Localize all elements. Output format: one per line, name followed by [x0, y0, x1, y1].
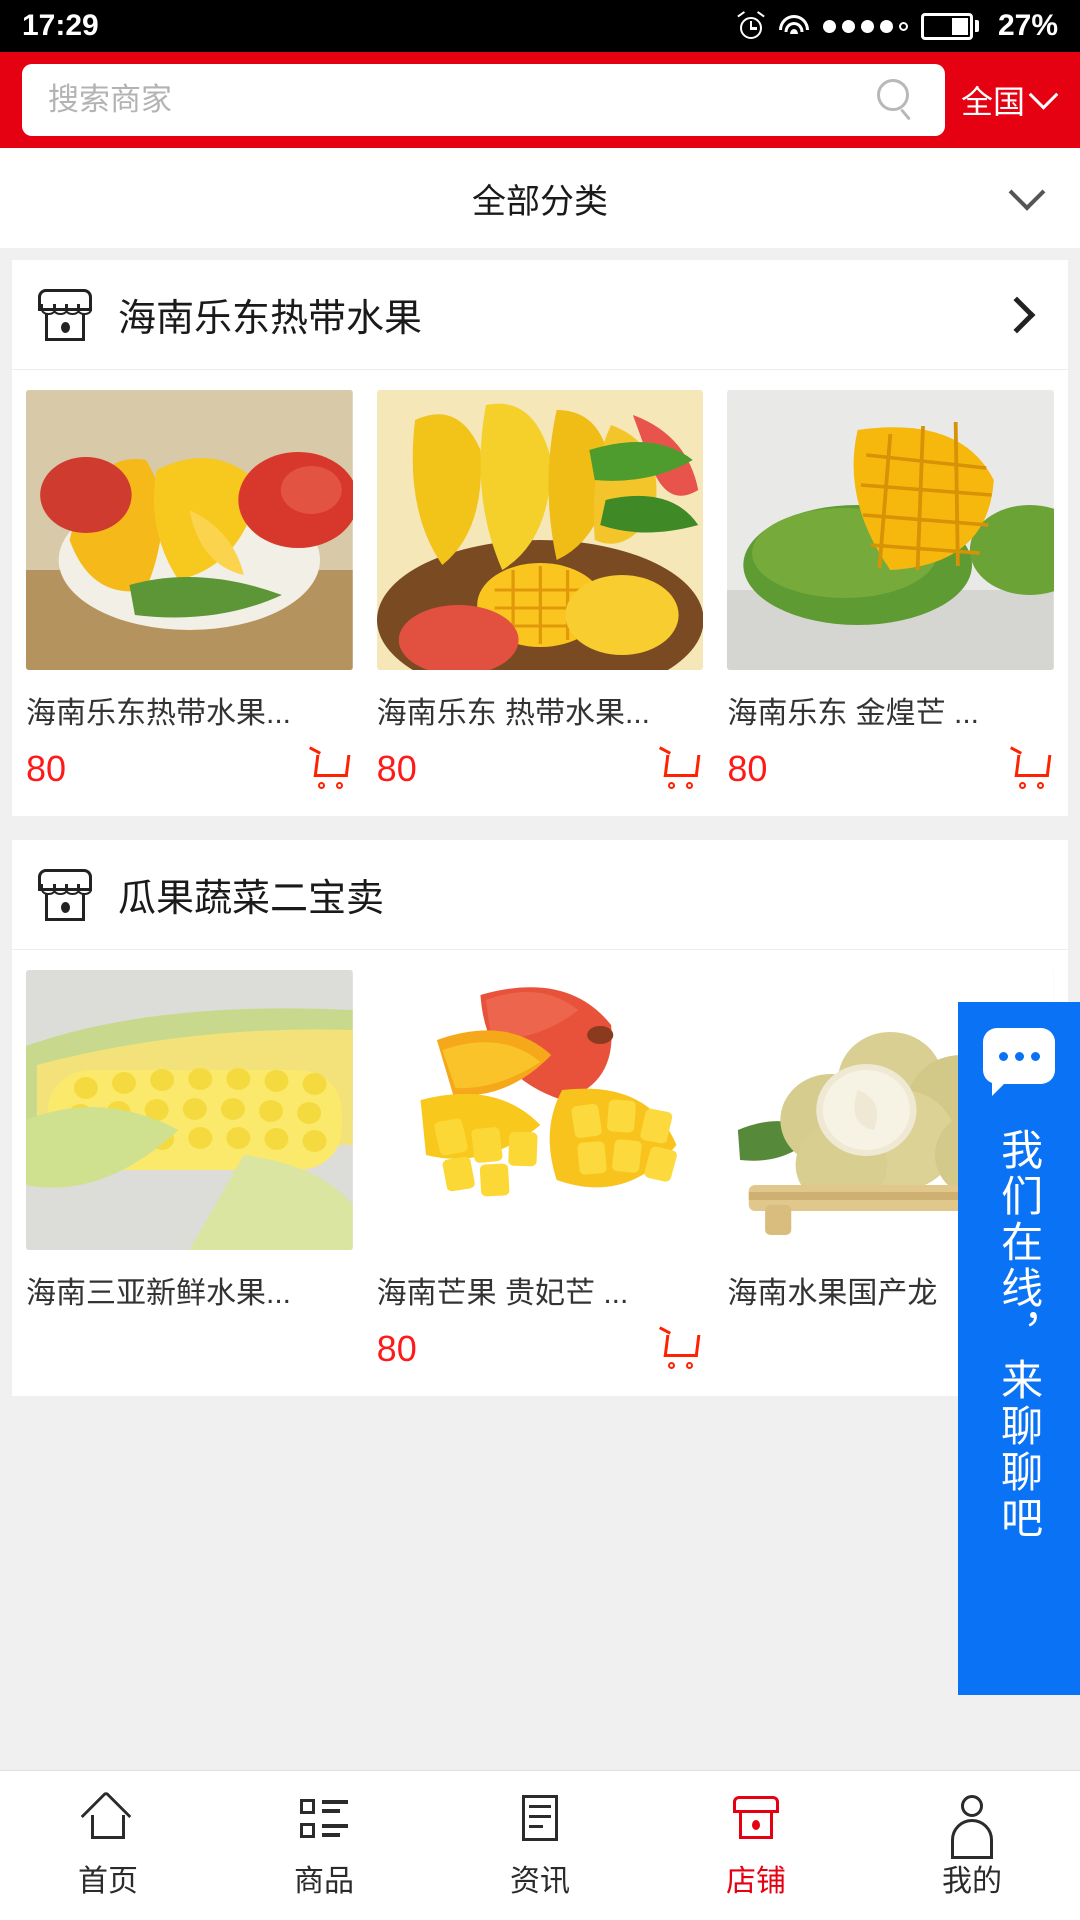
tab-news[interactable]: 资讯	[432, 1771, 648, 1920]
product-footer: 80	[26, 746, 353, 792]
user-profile-icon	[946, 1792, 998, 1859]
tab-home-label: 首页	[78, 1864, 138, 1898]
category-bar[interactable]: 全部分类	[0, 148, 1080, 248]
product-image[interactable]	[376, 970, 704, 1250]
product-grid: 海南三亚新鲜水果... 80	[12, 950, 1068, 1396]
battery-icon	[920, 12, 979, 40]
product-title: 海南芒果 贵妃芒 ...	[376, 1277, 629, 1310]
search-box[interactable]	[22, 64, 945, 136]
region-label: 全国	[960, 84, 1025, 120]
product-image[interactable]	[727, 390, 1055, 670]
cart-icon[interactable]	[657, 746, 703, 789]
chevron-down-icon	[1008, 173, 1046, 211]
product-title: 海南三亚新鲜水果...	[26, 1277, 292, 1310]
status-indicators: 27%	[737, 9, 1058, 43]
tab-profile[interactable]: 我的	[864, 1771, 1080, 1920]
search-input[interactable]	[48, 82, 875, 118]
product-card[interactable]: 海南乐东 金煌芒 ... 80	[727, 390, 1055, 792]
product-title: 海南乐东热带水果...	[26, 697, 292, 730]
chevron-down-icon	[1028, 79, 1059, 110]
online-chat-widget[interactable]: 我们在线，来聊聊吧	[958, 1002, 1080, 1695]
tab-home[interactable]: 首页	[0, 1771, 216, 1920]
news-document-icon	[514, 1792, 566, 1844]
product-image[interactable]	[376, 390, 704, 670]
product-price: 80	[727, 748, 768, 789]
chevron-right-icon[interactable]	[998, 296, 1036, 333]
region-selector[interactable]: 全国	[961, 77, 1064, 123]
product-title: 海南乐东 金煌芒 ...	[727, 697, 980, 730]
product-image[interactable]	[26, 390, 353, 670]
product-card[interactable]: 海南乐东热带水果... 80	[26, 390, 353, 792]
status-time: 17:29	[22, 9, 99, 42]
alarm-icon	[737, 11, 765, 40]
store-name: 海南乐东热带水果	[118, 298, 423, 340]
bottom-tab-bar: 首页 商品 资讯 店铺 我的	[0, 1770, 1080, 1920]
product-grid: 海南乐东热带水果... 80 海南乐东 热带水果... 80 海南乐东 金煌芒 …	[12, 370, 1068, 816]
product-footer: 80	[377, 1326, 704, 1372]
tab-goods[interactable]: 商品	[216, 1771, 432, 1920]
category-bar-label: 全部分类	[472, 182, 608, 221]
tab-profile-label: 我的	[942, 1864, 1002, 1898]
signal-dots-icon	[822, 19, 908, 33]
goods-list-icon	[298, 1792, 350, 1844]
category-expand-toggle[interactable]	[1008, 173, 1046, 211]
tab-store[interactable]: 店铺	[648, 1771, 864, 1920]
product-card[interactable]: 海南三亚新鲜水果... 80	[26, 970, 353, 1372]
battery-percent: 27%	[997, 9, 1058, 42]
product-footer: 80	[727, 746, 1054, 792]
product-footer: 80	[377, 746, 704, 792]
home-icon	[80, 1790, 134, 1844]
cart-icon[interactable]	[307, 746, 353, 789]
search-header: 全国	[0, 52, 1080, 148]
product-price: 80	[376, 1328, 417, 1369]
search-icon[interactable]	[875, 78, 919, 122]
tab-news-label: 资讯	[510, 1864, 570, 1898]
product-title: 海南乐东 热带水果...	[376, 697, 651, 730]
product-image[interactable]	[26, 970, 353, 1250]
shop-icon	[38, 868, 92, 921]
cart-icon[interactable]	[1008, 746, 1054, 789]
store-name: 瓜果蔬菜二宝卖	[118, 878, 385, 920]
app-screen: 17:29 27% 全国	[0, 0, 1080, 1920]
store-icon	[730, 1792, 782, 1844]
store-card: 瓜果蔬菜二宝卖 海南三亚新鲜水果... 海南芒果 贵妃芒 ... 80 海南水果…	[12, 840, 1068, 1396]
shop-icon	[38, 288, 92, 341]
chat-widget-text: 我们在线，来聊聊吧	[995, 1128, 1043, 1542]
store-header[interactable]: 海南乐东热带水果	[12, 260, 1068, 370]
product-price: 80	[376, 748, 417, 789]
store-header[interactable]: 瓜果蔬菜二宝卖	[12, 840, 1068, 950]
tab-goods-label: 商品	[294, 1864, 354, 1898]
chat-bubble-icon	[983, 1028, 1055, 1096]
product-card[interactable]: 海南乐东 热带水果... 80	[376, 390, 704, 792]
product-card[interactable]: 海南芒果 贵妃芒 ... 80	[376, 970, 704, 1372]
tab-store-label: 店铺	[726, 1864, 786, 1898]
store-card: 海南乐东热带水果 海南乐东热带水果... 80 海南乐东 热带水果... 80 …	[12, 260, 1068, 816]
product-price: 80	[26, 748, 67, 789]
status-bar: 17:29 27%	[0, 0, 1080, 52]
wifi-icon	[778, 13, 810, 39]
cart-icon[interactable]	[657, 1326, 703, 1369]
